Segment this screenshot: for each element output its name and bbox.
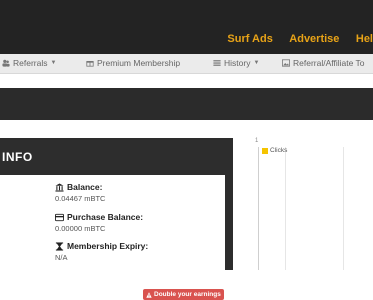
page-header-band	[0, 88, 373, 120]
image-icon	[282, 59, 290, 67]
grid-line	[285, 147, 286, 270]
chart-legend: Clicks	[262, 147, 287, 154]
grid-line	[343, 147, 344, 270]
advertise-link[interactable]: Advertise	[289, 33, 339, 45]
y-tick-label: 1	[255, 138, 259, 144]
panel-title: INFO	[2, 150, 33, 164]
premium-membership-link[interactable]: Premium Membership	[86, 58, 180, 68]
referral-affiliate-link[interactable]: Referral/Affiliate To	[282, 58, 365, 68]
referrals-label: Referrals	[13, 58, 48, 68]
spacer	[0, 120, 373, 138]
clicks-chart: 1 Clicks	[255, 138, 373, 270]
membership-expiry-block: Membership Expiry: N/A	[55, 241, 148, 262]
top-navbar: Surf Ads Advertise Hel	[0, 0, 373, 54]
double-earnings-badge[interactable]: Double your earnings	[143, 289, 224, 300]
referral-affiliate-label: Referral/Affiliate To	[293, 58, 365, 68]
balance-block: Balance: 0.04467 mBTC	[55, 182, 105, 203]
surf-ads-link[interactable]: Surf Ads	[227, 33, 272, 45]
bank-icon	[55, 182, 64, 192]
badge-label: Double your earnings	[154, 291, 221, 298]
warning-icon	[146, 291, 152, 298]
credit-card-icon	[55, 213, 64, 221]
purchase-balance-value: 0.00000 mBTC	[55, 224, 106, 233]
account-info-panel: INFO Double your earnings Balance: 0.044…	[0, 138, 233, 300]
legend-swatch	[262, 147, 268, 154]
purchase-balance-block: Purchase Balance: 0.00000 mBTC	[55, 212, 143, 233]
referrals-menu[interactable]: Referrals ▼	[2, 58, 56, 68]
chevron-down-icon: ▼	[50, 60, 57, 66]
history-label: History	[224, 58, 251, 68]
balance-label: Balance:	[67, 182, 103, 192]
users-icon	[2, 59, 10, 67]
hourglass-icon	[55, 241, 64, 251]
history-menu[interactable]: History ▼	[213, 58, 259, 68]
membership-expiry-value: N/A	[55, 253, 68, 262]
y-axis	[258, 147, 259, 270]
purchase-balance-label: Purchase Balance:	[67, 212, 144, 222]
help-link[interactable]: Hel	[356, 33, 373, 45]
legend-label: Clicks	[270, 147, 288, 154]
spacer	[0, 75, 373, 88]
premium-membership-label: Premium Membership	[97, 58, 181, 68]
balance-value: 0.04467 mBTC	[55, 194, 106, 203]
sub-navbar: Referrals ▼ Premium Membership History ▼…	[0, 54, 373, 74]
list-icon	[213, 60, 221, 66]
panel-body: Balance: 0.04467 mBTC Purchase Balance: …	[0, 175, 225, 270]
membership-expiry-label: Membership Expiry:	[67, 241, 149, 251]
top-nav-links: Surf Ads Advertise Hel	[215, 29, 373, 45]
gift-icon	[86, 61, 94, 67]
chevron-down-icon: ▼	[253, 60, 260, 66]
